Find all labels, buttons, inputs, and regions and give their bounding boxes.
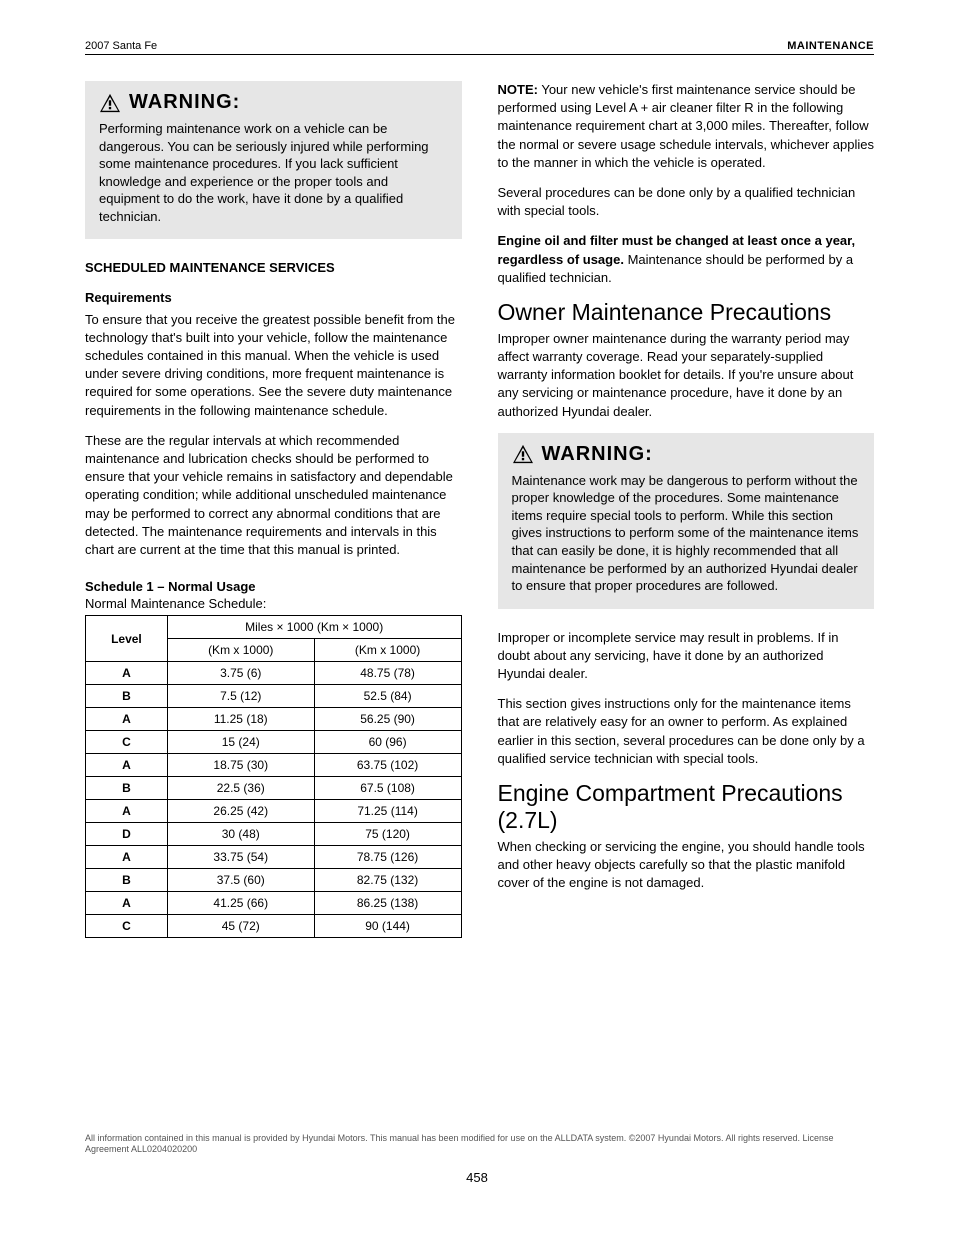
cell-col1: 7.5 (12) xyxy=(167,685,314,708)
table-row: C15 (24)60 (96) xyxy=(86,731,462,754)
cell-col2: 75 (120) xyxy=(314,823,461,846)
cell-level: B xyxy=(86,685,168,708)
schedule-title: Schedule 1 – Normal Usage xyxy=(85,579,462,594)
requirements-label: Requirements xyxy=(85,289,462,307)
warning-title: WARNING: xyxy=(129,91,240,114)
table-row: A26.25 (42)71.25 (114) xyxy=(86,800,462,823)
cell-col2: 60 (96) xyxy=(314,731,461,754)
engine-compartment-heading: Engine Compartment Precautions (2.7L) xyxy=(498,780,875,834)
cell-level: A xyxy=(86,892,168,915)
page-header: 2007 Santa Fe MAINTENANCE xyxy=(85,40,874,55)
warning-body: Performing maintenance work on a vehicle… xyxy=(99,120,448,225)
cell-level: A xyxy=(86,800,168,823)
cell-col2: 48.75 (78) xyxy=(314,662,461,685)
page-number: 458 xyxy=(466,1170,488,1185)
cell-level: B xyxy=(86,869,168,892)
cell-level: A xyxy=(86,846,168,869)
cell-col1: 45 (72) xyxy=(167,915,314,938)
table-head-c2: (Km x 1000) xyxy=(314,639,461,662)
cell-col2: 67.5 (108) xyxy=(314,777,461,800)
license-text: All information contained in this manual… xyxy=(85,1133,874,1156)
cell-col2: 52.5 (84) xyxy=(314,685,461,708)
intervals-para: These are the regular intervals at which… xyxy=(85,432,462,559)
table-row: A11.25 (18)56.25 (90) xyxy=(86,708,462,731)
warning-icon xyxy=(512,444,534,464)
right-column: NOTE: Your new vehicle's first maintenan… xyxy=(498,81,875,938)
cell-level: B xyxy=(86,777,168,800)
cell-col2: 82.75 (132) xyxy=(314,869,461,892)
cell-col1: 3.75 (6) xyxy=(167,662,314,685)
maintenance-table: Level Miles × 1000 (Km × 1000) (Km x 100… xyxy=(85,615,462,938)
cell-col1: 18.75 (30) xyxy=(167,754,314,777)
table-row: A41.25 (66)86.25 (138) xyxy=(86,892,462,915)
easy-items-para: This section gives instructions only for… xyxy=(498,695,875,768)
table-head-top: Miles × 1000 (Km × 1000) xyxy=(167,616,461,639)
warning-body-2: Maintenance work may be dangerous to per… xyxy=(512,472,861,595)
warning-box-1: WARNING: Performing maintenance work on … xyxy=(85,81,462,239)
table-head-level: Level xyxy=(86,616,168,662)
table-row: B22.5 (36)67.5 (108) xyxy=(86,777,462,800)
warning-icon xyxy=(99,93,121,113)
owner-precautions-para: Improper owner maintenance during the wa… xyxy=(498,330,875,421)
table-row: D30 (48)75 (120) xyxy=(86,823,462,846)
note-label: NOTE: xyxy=(498,82,538,97)
table-row: C45 (72)90 (144) xyxy=(86,915,462,938)
warning-box-2: WARNING: Maintenance work may be dangero… xyxy=(498,433,875,609)
note-para: NOTE: Your new vehicle's first maintenan… xyxy=(498,81,875,172)
cell-col2: 90 (144) xyxy=(314,915,461,938)
cell-col1: 30 (48) xyxy=(167,823,314,846)
cell-col2: 56.25 (90) xyxy=(314,708,461,731)
table-row: A18.75 (30)63.75 (102) xyxy=(86,754,462,777)
table-head-c1: (Km x 1000) xyxy=(167,639,314,662)
schedule-subtitle: Normal Maintenance Schedule: xyxy=(85,596,462,611)
technician-para: Several procedures can be done only by a… xyxy=(498,184,875,220)
cell-level: C xyxy=(86,731,168,754)
cell-col1: 26.25 (42) xyxy=(167,800,314,823)
table-row: A33.75 (54)78.75 (126) xyxy=(86,846,462,869)
cell-col1: 41.25 (66) xyxy=(167,892,314,915)
scheduled-heading: SCHEDULED MAINTENANCE SERVICES xyxy=(85,259,462,277)
table-row: B37.5 (60)82.75 (132) xyxy=(86,869,462,892)
improper-service-para: Improper or incomplete service may resul… xyxy=(498,629,875,684)
cell-col1: 15 (24) xyxy=(167,731,314,754)
cell-col1: 11.25 (18) xyxy=(167,708,314,731)
table-row: B7.5 (12)52.5 (84) xyxy=(86,685,462,708)
cell-col2: 63.75 (102) xyxy=(314,754,461,777)
engine-compartment-para: When checking or servicing the engine, y… xyxy=(498,838,875,893)
header-section: MAINTENANCE xyxy=(787,40,874,52)
cell-level: D xyxy=(86,823,168,846)
table-row: A3.75 (6)48.75 (78) xyxy=(86,662,462,685)
left-column: WARNING: Performing maintenance work on … xyxy=(85,81,462,938)
cell-level: C xyxy=(86,915,168,938)
oil-para: Engine oil and filter must be changed at… xyxy=(498,232,875,287)
cell-col1: 22.5 (36) xyxy=(167,777,314,800)
cell-col2: 78.75 (126) xyxy=(314,846,461,869)
note-body: Your new vehicle's first maintenance ser… xyxy=(498,82,874,170)
cell-col2: 86.25 (138) xyxy=(314,892,461,915)
cell-level: A xyxy=(86,754,168,777)
header-date: 2007 Santa Fe xyxy=(85,40,157,52)
warning-title-2: WARNING: xyxy=(542,443,653,466)
cell-level: A xyxy=(86,708,168,731)
cell-col2: 71.25 (114) xyxy=(314,800,461,823)
cell-level: A xyxy=(86,662,168,685)
cell-col1: 37.5 (60) xyxy=(167,869,314,892)
owner-precautions-heading: Owner Maintenance Precautions xyxy=(498,299,875,326)
cell-col1: 33.75 (54) xyxy=(167,846,314,869)
requirements-para: To ensure that you receive the greatest … xyxy=(85,311,462,420)
